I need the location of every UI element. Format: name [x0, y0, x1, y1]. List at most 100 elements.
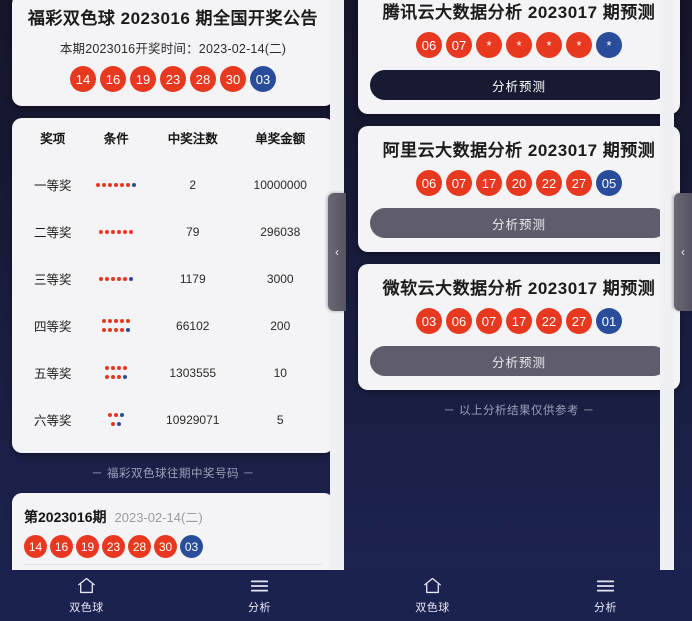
red-ball: 06 [416, 170, 442, 196]
blue-dot [117, 422, 122, 426]
analyze-predict-button[interactable]: 分析预测 [370, 70, 668, 100]
tab-label: 双色球 [415, 601, 450, 614]
blue-dot [129, 276, 134, 281]
history-draw-date: 2023-02-14(二) [114, 510, 203, 525]
red-ball: 07 [446, 170, 472, 196]
prize-amount-cell: 5 [276, 412, 284, 427]
prize-table-body: 一等奖 2 10000000 二等奖 79 296038 三等奖 1179 3000 四等奖 661… [22, 161, 324, 443]
prize-condition-cell [83, 302, 149, 349]
prize-table-head: 奖项 条件 中奖注数 单奖金额 [22, 118, 324, 161]
pane-collapse-handle-left[interactable]: ‹ [328, 193, 346, 311]
prediction-title: 腾讯云大数据分析 2023017 期预测 [382, 3, 656, 22]
red-dot [129, 229, 134, 234]
condition-dot-row [105, 375, 128, 379]
prediction-card: 阿里云大数据分析 2023017 期预测 06 07 17 20 22 27 05 分析预测 [358, 126, 680, 252]
menu-icon [596, 577, 615, 595]
red-ball: 28 [190, 66, 216, 92]
table-row: 四等奖 66102 200 [22, 302, 324, 349]
red-dot [120, 328, 125, 332]
prize-table-header-cell: 条件 [103, 132, 129, 146]
red-ball: 06 [416, 32, 442, 58]
red-ball: 19 [76, 535, 99, 558]
prediction-balls: 03 06 07 17 22 27 01 [370, 308, 668, 334]
table-row: 二等奖 79 296038 [22, 208, 324, 255]
prediction-balls: 06 07 * * * * * [370, 32, 668, 58]
blue-ball: 05 [596, 170, 622, 196]
tab-label: 分析 [594, 601, 617, 614]
red-dot [96, 182, 101, 187]
pane-divider-sheet-right [660, 0, 674, 621]
prediction-title: 微软云大数据分析 2023017 期预测 [382, 279, 656, 298]
red-dot [117, 229, 122, 234]
prize-level-cell: 六等奖 [33, 414, 72, 428]
analyze-predict-button[interactable]: 分析预测 [370, 346, 668, 376]
tab-label: 分析 [248, 601, 271, 614]
prize-table-header-row: 奖项 条件 中奖注数 单奖金额 [22, 118, 324, 161]
prize-table-header-cell: 中奖注数 [167, 132, 218, 146]
red-dot [117, 366, 122, 370]
prize-level-cell: 五等奖 [33, 367, 72, 381]
red-dot [108, 319, 113, 323]
condition-dot-grid [83, 276, 149, 281]
left-pane: 福彩双色球 2023016 期全国开奖公告 本期2023016开奖时间：2023… [0, 0, 346, 621]
red-dot [114, 319, 119, 323]
right-pane: 腾讯云大数据分析 2023017 期预测 06 07 * * * * * 分析预测 阿里云大数据分… [346, 0, 692, 621]
history-issue-number: 第2023016期 [24, 509, 107, 525]
red-dot [108, 328, 113, 332]
analyze-predict-button[interactable]: 分析预测 [370, 208, 668, 238]
red-dot [105, 276, 110, 281]
red-ball: 17 [506, 308, 532, 334]
red-dot [111, 375, 116, 379]
tab-双色球[interactable]: 双色球 [346, 577, 519, 615]
pane-collapse-handle-right[interactable]: ‹ [674, 193, 692, 311]
prediction-footer-caption: － 以上分析结果仅供参考 － [443, 405, 595, 417]
table-row: 一等奖 2 10000000 [22, 161, 324, 208]
red-ball: 30 [154, 535, 177, 558]
announcement-title: 福彩双色球 2023016 期全国开奖公告 [27, 9, 319, 28]
condition-dot-row [96, 182, 137, 187]
winning-count-cell: 2 [189, 177, 197, 192]
red-dot [102, 182, 107, 187]
prize-condition-cell [83, 161, 149, 208]
red-ball: 19 [130, 66, 156, 92]
tab-分析[interactable]: 分析 [173, 577, 346, 615]
blue-ball: 03 [180, 535, 203, 558]
condition-dot-grid [83, 413, 149, 426]
blue-dot [123, 375, 128, 379]
prediction-balls: 06 07 17 20 22 27 05 [370, 170, 668, 196]
red-dot [114, 182, 119, 187]
condition-dot-grid [83, 182, 149, 187]
prize-amount-cell: 10000000 [253, 177, 307, 192]
blue-dot [126, 328, 131, 332]
red-ball: 30 [220, 66, 246, 92]
red-dot [108, 413, 113, 417]
red-ball: 14 [70, 66, 96, 92]
red-dot [126, 319, 131, 323]
announcement-subtitle: 本期2023016开奖时间：2023-02-14(二) [59, 42, 287, 56]
red-dot [105, 366, 110, 370]
prize-table-header-cell: 单奖金额 [255, 132, 306, 146]
tab-双色球[interactable]: 双色球 [0, 577, 173, 615]
red-ball: 23 [102, 535, 125, 558]
chevron-left-icon: ‹ [335, 245, 339, 259]
chevron-left-icon: ‹ [681, 245, 685, 259]
red-ball: 06 [446, 308, 472, 334]
red-ball: * [536, 32, 562, 58]
prize-level-cell: 三等奖 [33, 273, 72, 287]
blue-ball: 03 [250, 66, 276, 92]
red-dot [126, 182, 131, 187]
condition-dot-row [108, 413, 125, 417]
prize-condition-cell [83, 349, 149, 396]
condition-dot-row [102, 328, 131, 332]
winning-count-cell: 1179 [179, 271, 206, 286]
tab-label: 双色球 [69, 601, 104, 614]
history-row[interactable]: 第2023016期 2023-02-14(二) 14 16 19 23 28 30 03 [24, 497, 322, 564]
prediction-title: 阿里云大数据分析 2023017 期预测 [382, 141, 656, 160]
red-ball: 07 [446, 32, 472, 58]
tab-分析[interactable]: 分析 [519, 577, 692, 615]
condition-dot-row [99, 276, 134, 281]
red-dot [123, 229, 128, 234]
red-dot [99, 276, 104, 281]
red-dot [108, 182, 113, 187]
prize-amount-cell: 200 [270, 318, 291, 333]
